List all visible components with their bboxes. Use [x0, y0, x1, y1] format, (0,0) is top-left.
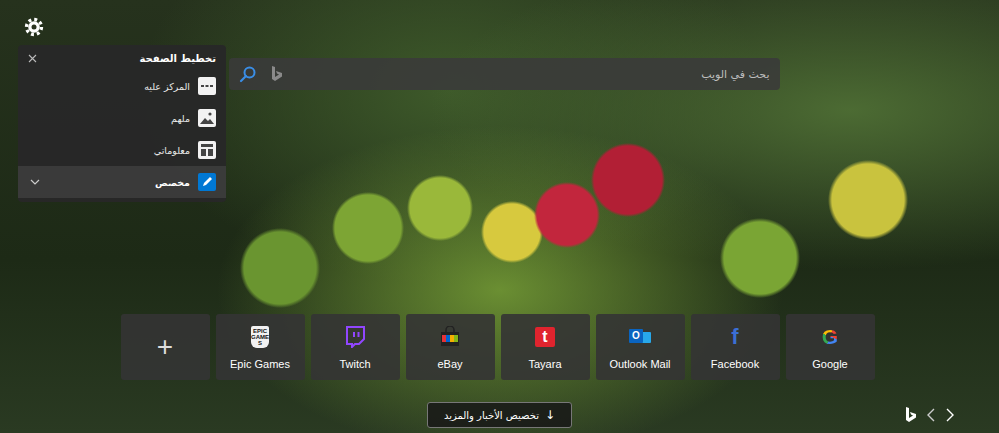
site-logo-icon: EPIC GAMES: [251, 325, 269, 349]
tayara-logo-icon: t: [535, 327, 555, 347]
layout-option-label: ملهم: [171, 113, 190, 124]
site-logo-icon: G: [822, 325, 838, 349]
layout-option-label: المركز عليه: [144, 81, 190, 92]
site-logo-icon: [439, 325, 461, 349]
site-logo-icon: t: [535, 325, 555, 349]
layout-option[interactable]: المركز عليه: [18, 70, 226, 102]
add-icon: +: [157, 333, 173, 361]
panel-title: تخطيط الصفحة: [140, 53, 216, 64]
close-icon[interactable]: [28, 54, 37, 63]
layout-icon: [198, 109, 216, 127]
settings-button[interactable]: [24, 17, 44, 37]
layout-icon: [198, 77, 216, 95]
bing-logo-icon: [271, 66, 283, 82]
news-button-label: تخصيص الأخبار والمزيد: [444, 410, 539, 421]
quick-link-tile[interactable]: G Google: [786, 314, 875, 380]
next-icon[interactable]: [945, 408, 955, 422]
bing-logo-icon[interactable]: [905, 407, 917, 423]
facebook-logo-icon: f: [731, 326, 738, 348]
layout-option[interactable]: ملهم: [18, 102, 226, 134]
layout-option[interactable]: معلوماتي: [18, 134, 226, 166]
chevron-down-icon[interactable]: [30, 179, 40, 185]
layout-icon: [198, 173, 216, 191]
ebay-bag-icon: [439, 326, 461, 348]
twitch-logo-icon: [344, 326, 366, 348]
quick-link-tile[interactable]: eBay: [406, 314, 495, 380]
add-link-tile[interactable]: +: [121, 314, 210, 380]
quick-link-tile[interactable]: EPIC GAMES Epic Games: [216, 314, 305, 380]
panel-header: تخطيط الصفحة: [18, 45, 226, 70]
tile-label: Facebook: [711, 358, 759, 370]
top-bar: [0, 0, 999, 41]
layout-option[interactable]: مخصص: [18, 166, 226, 198]
layout-icon: [198, 141, 216, 159]
quick-link-tile[interactable]: O Outlook Mail: [596, 314, 685, 380]
quick-links: + EPIC GAMES Epic Games Twitch eBay t Taya…: [0, 314, 999, 380]
tile-label: Twitch: [339, 358, 370, 370]
site-logo-icon: [344, 325, 366, 349]
tile-label: Epic Games: [230, 358, 290, 370]
layout-panel: تخطيط الصفحة المركز عليه ملهم معلوماتي م…: [18, 45, 226, 202]
layout-option-label: معلوماتي: [154, 145, 190, 156]
arrow-down-icon: ↓: [545, 408, 555, 422]
epic-logo-icon: EPIC GAMES: [251, 326, 269, 348]
search-icon[interactable]: [239, 65, 257, 83]
layout-option-label: مخصص: [155, 177, 190, 188]
site-logo-icon: f: [731, 325, 738, 349]
tile-label: Outlook Mail: [609, 358, 670, 370]
gear-icon: [24, 17, 44, 37]
quick-link-tile[interactable]: t Tayara: [501, 314, 590, 380]
search-box[interactable]: بحث في الويب: [229, 58, 780, 90]
bottom-bar: ↓ تخصيص الأخبار والمزيد: [0, 402, 999, 433]
tile-label: eBay: [437, 358, 462, 370]
google-logo-icon: G: [822, 326, 838, 347]
tile-label: Tayara: [528, 358, 561, 370]
news-button[interactable]: ↓ تخصيص الأخبار والمزيد: [427, 402, 572, 428]
previous-icon[interactable]: [926, 408, 936, 422]
background-nav: [905, 407, 999, 423]
new-tab-page: بحث في الويب + EPIC GAMES Epic Games Twit…: [0, 0, 999, 433]
tile-label: Google: [812, 358, 847, 370]
quick-link-tile[interactable]: Twitch: [311, 314, 400, 380]
site-logo-icon: O: [629, 325, 651, 349]
quick-link-tile[interactable]: f Facebook: [691, 314, 780, 380]
outlook-logo-icon: O: [629, 327, 651, 347]
search-placeholder: بحث في الويب: [701, 68, 769, 81]
